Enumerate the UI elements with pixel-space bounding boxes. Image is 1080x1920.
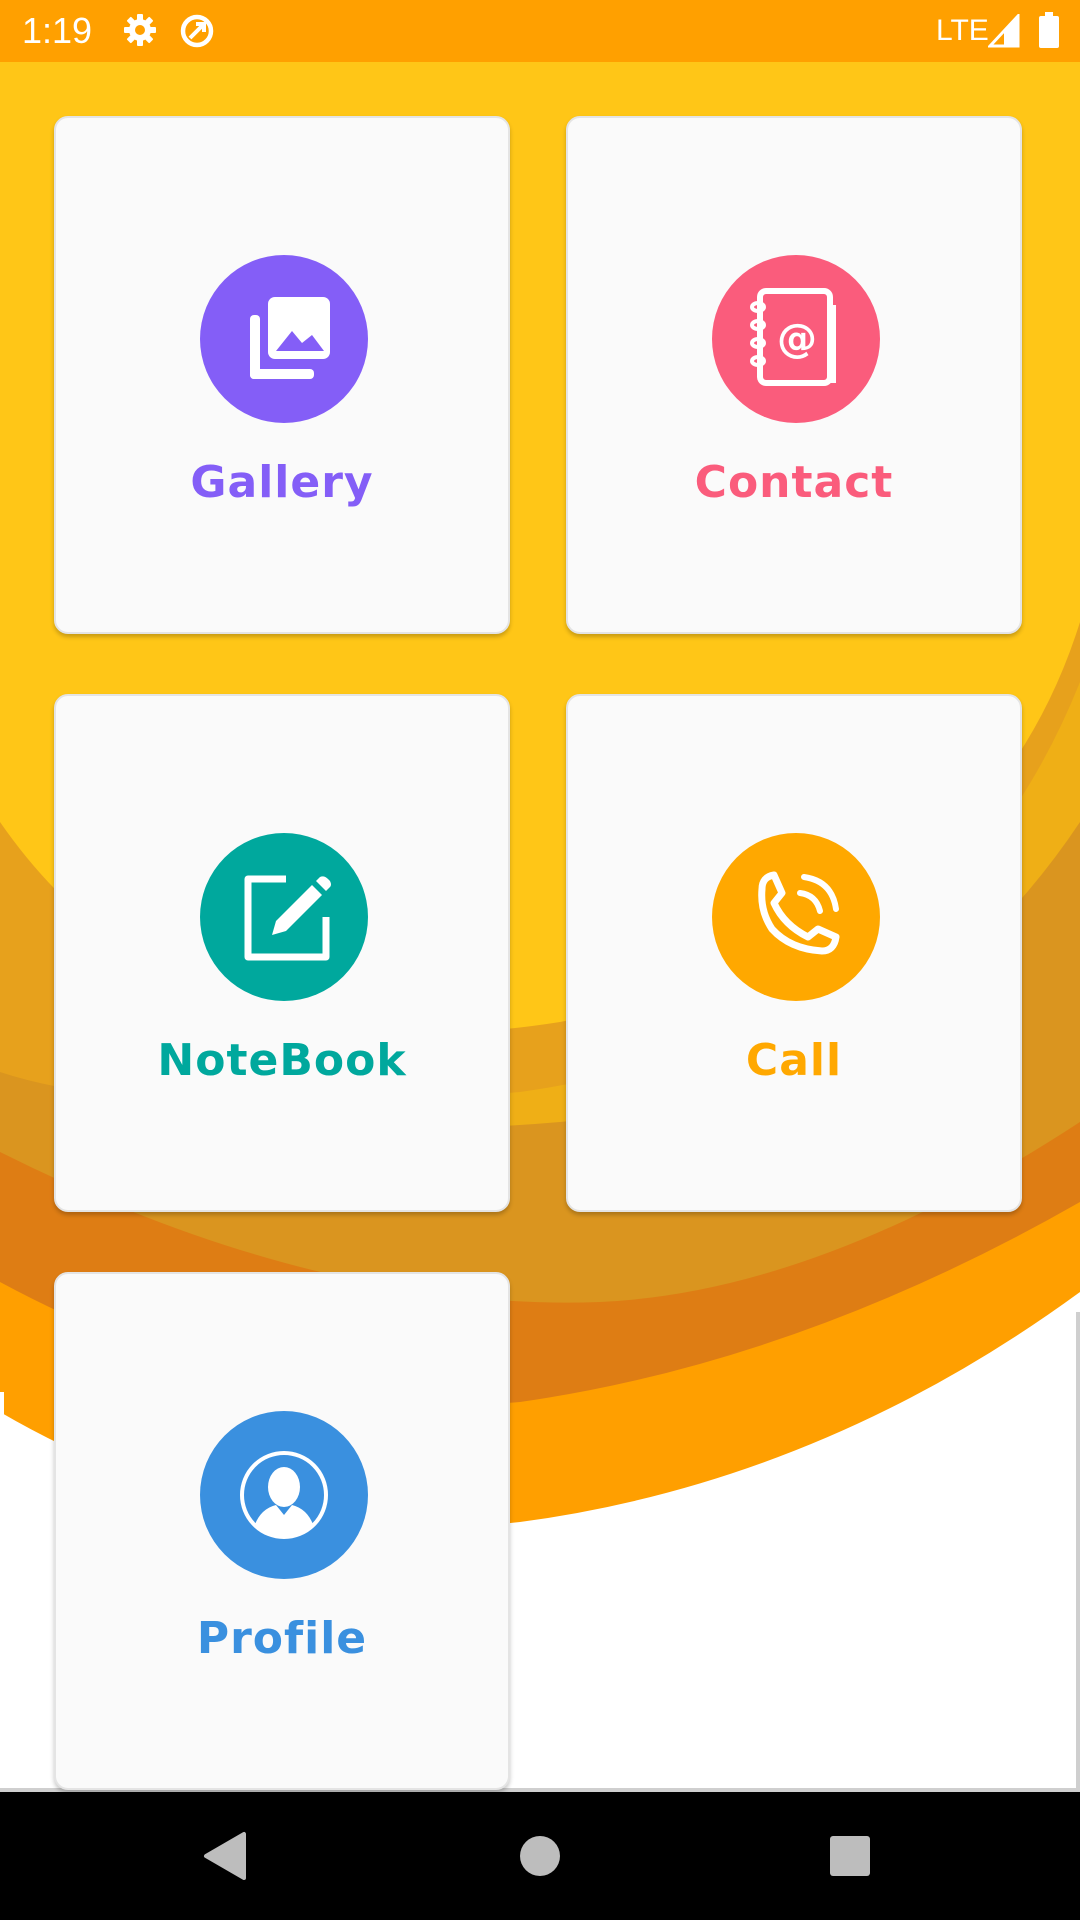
photo-library-icon — [250, 297, 330, 379]
data-saver-icon — [178, 12, 216, 54]
notebook-label: NoteBook — [157, 1035, 407, 1086]
edit-note-icon — [244, 875, 331, 961]
signal-icon — [986, 12, 1020, 52]
status-time: 1:19 — [22, 10, 93, 51]
profile-card[interactable]: Profile — [54, 1272, 510, 1790]
gallery-card[interactable]: Gallery — [54, 116, 510, 634]
call-card[interactable]: Call — [566, 694, 1022, 1212]
profile-circle — [200, 1411, 368, 1579]
recents-icon[interactable] — [816, 1822, 884, 1890]
call-label: Call — [745, 1035, 843, 1086]
address-book-icon: @ — [750, 288, 836, 386]
contact-label: Contact — [694, 457, 894, 508]
back-icon[interactable] — [190, 1822, 258, 1890]
profile-label: Profile — [196, 1613, 368, 1664]
svg-text:@: @ — [777, 316, 817, 362]
battery-icon — [1038, 12, 1060, 52]
gallery-label: Gallery — [190, 457, 374, 508]
gallery-circle — [200, 255, 368, 423]
status-bar: 1:19 LTE — [0, 0, 1080, 62]
notebook-card[interactable]: NoteBook — [54, 694, 510, 1212]
network-type: LTE — [936, 14, 989, 47]
phone-call-icon — [758, 871, 840, 955]
call-circle — [712, 833, 880, 1001]
home-icon[interactable] — [506, 1822, 574, 1890]
navigation-bar — [0, 1792, 1080, 1920]
notebook-circle — [200, 833, 368, 1001]
user-profile-icon — [240, 1451, 328, 1539]
gear-icon — [122, 12, 158, 52]
contact-circle: @ — [712, 255, 880, 423]
contact-card[interactable]: @ Contact — [566, 116, 1022, 634]
